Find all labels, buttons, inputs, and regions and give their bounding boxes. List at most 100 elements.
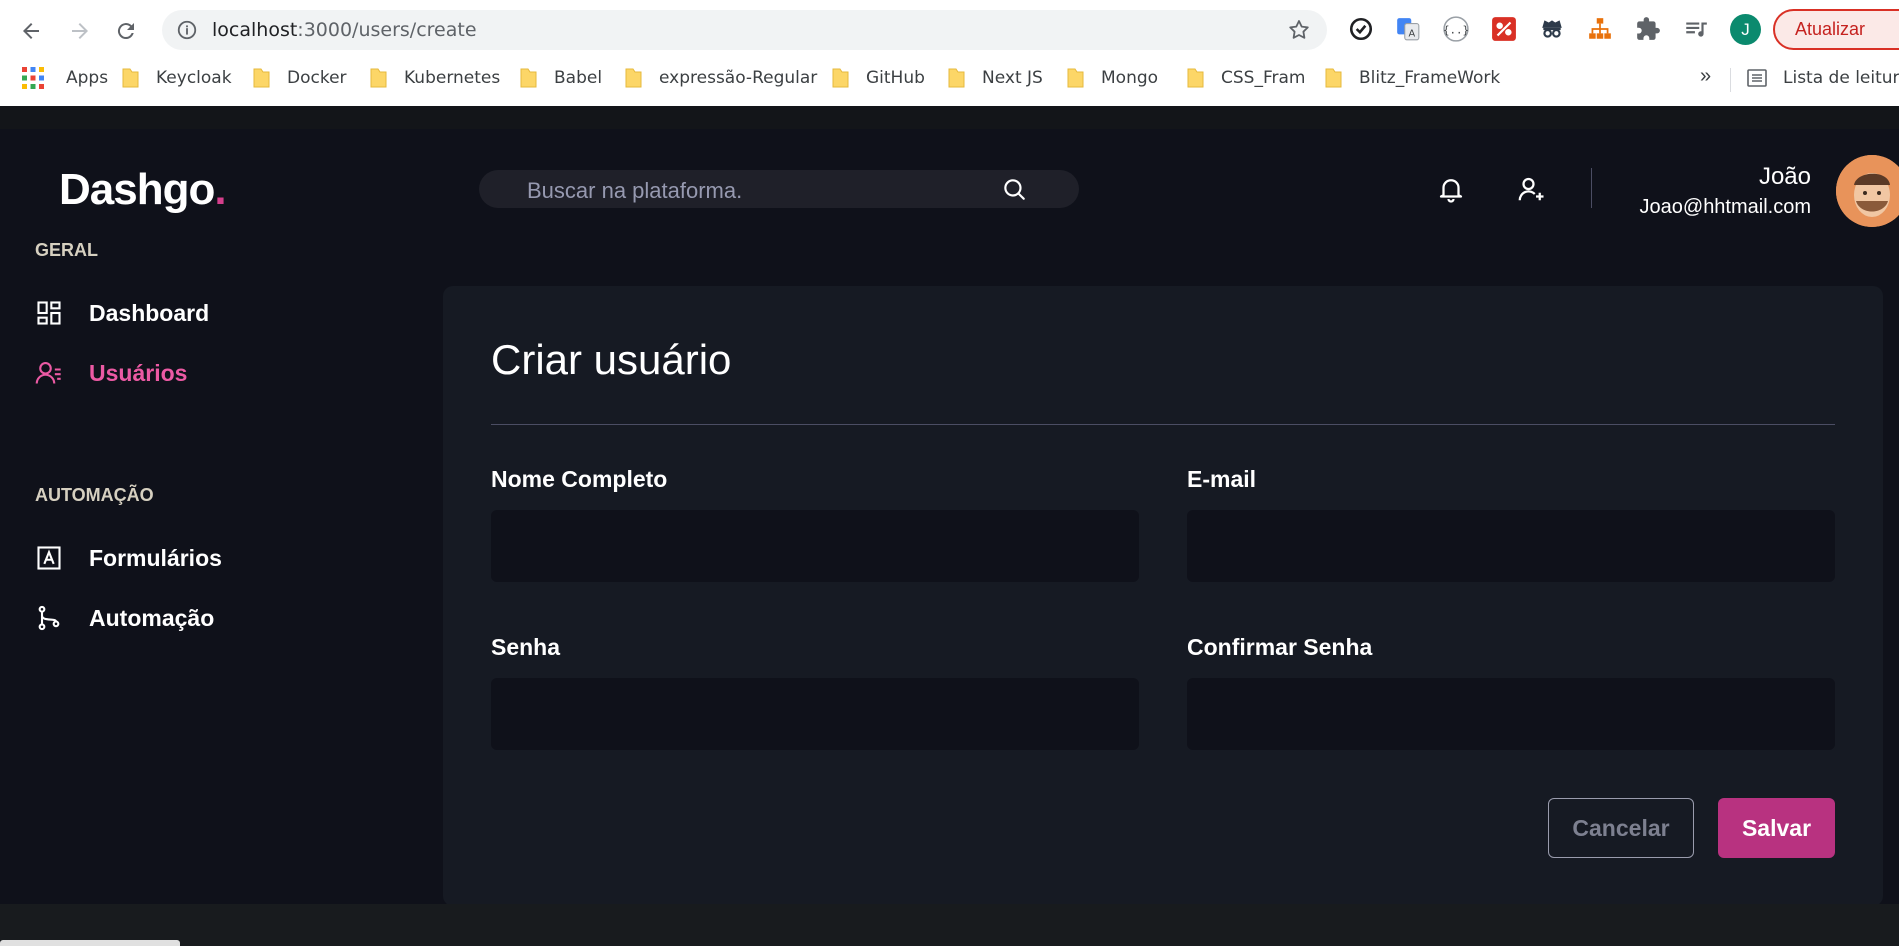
sidebar-section-geral: GERAL	[35, 240, 98, 260]
arrow-right-icon	[72, 23, 88, 39]
clock-check-icon	[1349, 17, 1373, 41]
apps-icon	[22, 67, 44, 89]
dashboard-icon	[37, 301, 61, 325]
forward-button[interactable]	[62, 13, 98, 49]
queue-music-icon	[1686, 22, 1707, 37]
sidebar-item-label: Dashboard	[89, 299, 210, 326]
add-user-icon[interactable]	[1516, 174, 1546, 204]
svg-text:{..}: {..}	[1443, 23, 1469, 36]
extension-tree[interactable]	[1586, 15, 1614, 43]
bookmark-label: Keycloak	[156, 68, 232, 88]
bookmark-label: Docker	[287, 68, 347, 88]
notifications-icon[interactable]	[1436, 174, 1466, 204]
cancel-button[interactable]: Cancelar	[1548, 798, 1694, 858]
folder-icon	[625, 67, 642, 89]
password-label: Senha	[491, 634, 561, 660]
bookmark-regex[interactable]: expressão-Regular	[625, 58, 817, 98]
bookmark-keycloak[interactable]: Keycloak	[122, 58, 232, 98]
confirm-password-field[interactable]	[1187, 678, 1835, 750]
password-field[interactable]	[491, 678, 1139, 750]
save-button[interactable]: Salvar	[1718, 798, 1835, 858]
bookmark-mongo[interactable]: Mongo	[1067, 58, 1158, 98]
user-photo	[1836, 155, 1899, 227]
reload-icon	[117, 23, 134, 40]
sidebar-item-automacao[interactable]: Automação	[35, 602, 214, 634]
folder-icon	[1187, 67, 1204, 89]
bookmark-label: Blitz_FrameWork	[1359, 68, 1501, 88]
bookmark-blitz[interactable]: Blitz_FrameWork	[1325, 58, 1500, 98]
logo: Dashgo.	[59, 165, 227, 214]
app-top-band	[0, 106, 1899, 129]
extension-red[interactable]	[1490, 15, 1518, 43]
code-braces-icon: {..}	[1443, 16, 1469, 42]
back-button[interactable]	[13, 13, 49, 49]
extensions-button[interactable]	[1634, 15, 1662, 43]
bookmark-label: Next JS	[982, 68, 1043, 88]
email-label: E-mail	[1187, 466, 1257, 492]
bookmark-docker[interactable]: Docker	[253, 58, 347, 98]
title-divider	[491, 424, 1835, 425]
svg-text:A: A	[1408, 29, 1415, 40]
search-icon[interactable]	[1001, 176, 1027, 202]
confirm-password-label: Confirmar Senha	[1187, 634, 1373, 660]
extension-translate[interactable]: A	[1394, 15, 1422, 43]
extension-spy[interactable]	[1538, 15, 1566, 43]
status-bubble	[0, 940, 180, 946]
create-user-card: Criar usuário Nome Completo E-mail Senha…	[443, 286, 1883, 906]
bookmark-nextjs[interactable]: Next JS	[948, 58, 1043, 98]
bookmark-github[interactable]: GitHub	[832, 58, 925, 98]
sidebar-item-usuarios[interactable]: Usuários	[35, 357, 187, 389]
folder-icon	[1067, 67, 1084, 89]
puzzle-icon	[1637, 17, 1660, 40]
folder-icon	[1325, 67, 1342, 89]
bookmark-label: Kubernetes	[404, 68, 501, 88]
sidebar-item-label: Usuários	[89, 359, 188, 386]
more-bookmarks-button[interactable]: »	[1700, 65, 1711, 88]
page-title: Criar usuário	[491, 336, 732, 383]
bookmark-kubernetes[interactable]: Kubernetes	[370, 58, 500, 98]
bookmark-star-icon[interactable]	[1287, 18, 1311, 42]
bookmark-label: expressão-Regular	[659, 68, 818, 88]
bookmark-babel[interactable]: Babel	[520, 58, 602, 98]
profile-avatar-button[interactable]: J	[1730, 14, 1761, 45]
sidebar-item-formularios[interactable]: Formulários	[35, 542, 222, 574]
bookmark-label: GitHub	[866, 68, 925, 88]
address-bar[interactable]: localhost:3000/users/create	[162, 10, 1327, 50]
folder-icon	[253, 67, 270, 89]
browser-toolbar: localhost:3000/users/create A {..} J Atu…	[0, 0, 1899, 58]
url-text[interactable]: localhost:3000/users/create	[212, 19, 477, 41]
user-name: João	[1758, 163, 1811, 190]
reading-list-button[interactable]: Lista de leitura	[1745, 58, 1899, 98]
reload-button[interactable]	[108, 13, 144, 49]
extension-clock[interactable]	[1347, 15, 1375, 43]
bookmark-label: Babel	[554, 68, 603, 88]
bookmarks-divider	[1730, 68, 1731, 92]
bookmark-label: Apps	[66, 68, 109, 88]
info-icon[interactable]	[176, 19, 198, 41]
sidebar-section-automacao: AUTOMAÇÃO	[35, 485, 154, 505]
update-browser-button[interactable]: Atualizar	[1773, 9, 1899, 50]
bottom-strip	[0, 904, 1899, 946]
sidebar-item-dashboard[interactable]: Dashboard	[35, 297, 209, 329]
header-divider	[1591, 168, 1592, 208]
bookmark-apps[interactable]: Apps	[22, 58, 108, 98]
reading-list-icon	[1747, 69, 1767, 87]
sitemap-icon	[1589, 18, 1611, 39]
media-control-button[interactable]	[1682, 15, 1710, 43]
search-input[interactable]: Buscar na plataforma.	[527, 178, 742, 204]
email-field[interactable]	[1187, 510, 1835, 582]
name-field[interactable]	[491, 510, 1139, 582]
user-email: Joao@hhtmail.com	[1639, 196, 1811, 218]
folder-icon	[122, 67, 139, 89]
translate-icon: A	[1397, 18, 1420, 41]
bookmark-css-fram[interactable]: CSS_Fram	[1187, 58, 1305, 98]
folder-icon	[948, 67, 965, 89]
avatar[interactable]	[1836, 155, 1899, 227]
folder-icon	[370, 67, 387, 89]
search-bar[interactable]: Buscar na plataforma.	[479, 170, 1079, 208]
arrow-left-icon	[23, 23, 39, 39]
users-icon	[35, 362, 61, 384]
extension-json[interactable]: {..}	[1442, 15, 1470, 43]
folder-icon	[520, 67, 537, 89]
bookmark-label: CSS_Fram	[1221, 68, 1306, 88]
